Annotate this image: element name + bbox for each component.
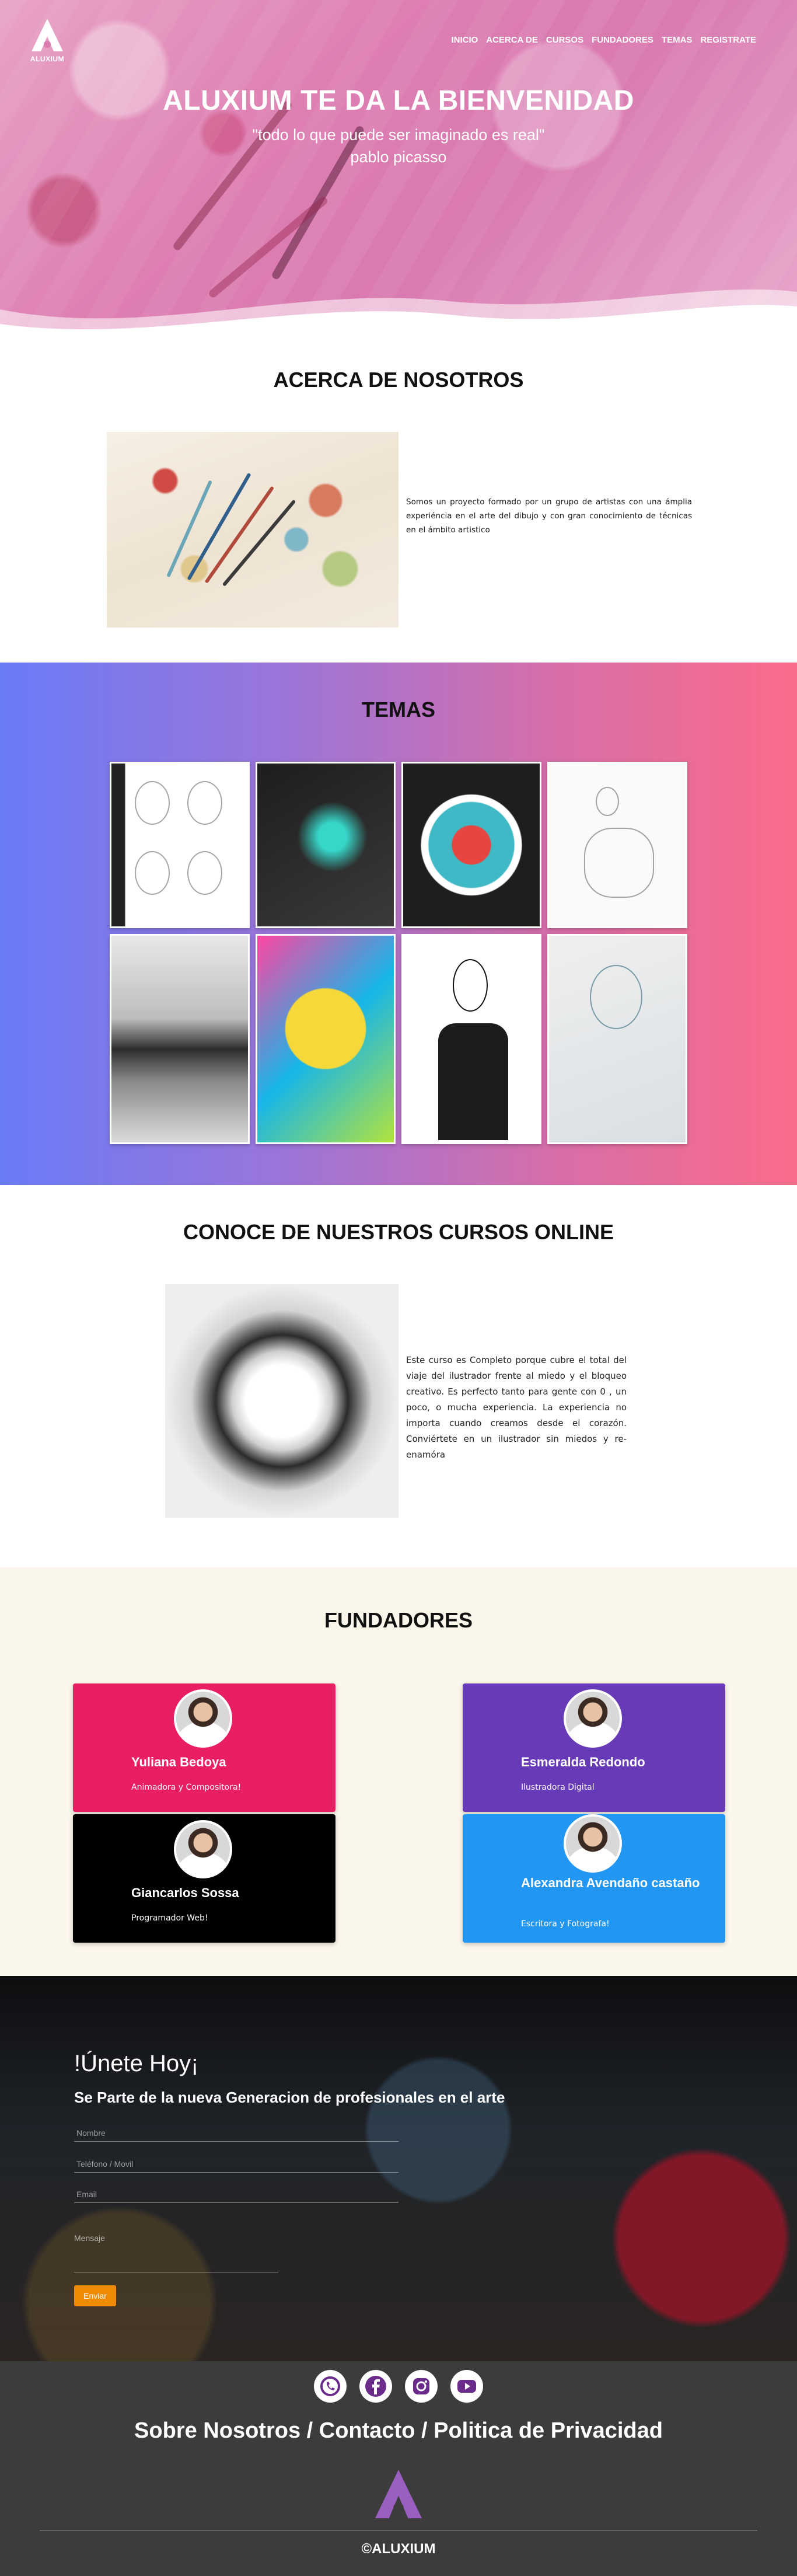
about-text: Somos un proyecto formado por un grupo d… xyxy=(406,497,692,535)
hero-quote: "todo lo que puede ser imaginado es real… xyxy=(0,124,797,168)
youtube-icon[interactable] xyxy=(450,2370,483,2403)
avatar xyxy=(174,1689,232,1748)
fundadores-title: FUNDADORES xyxy=(324,1608,473,1632)
signup-title: !Únete Hoy¡ xyxy=(74,2051,199,2076)
nav-cursos[interactable]: CURSOS xyxy=(546,35,583,45)
figure-sketch-image[interactable] xyxy=(547,762,687,928)
logo-icon xyxy=(32,19,63,51)
pencil-decoration xyxy=(166,480,212,578)
avatar xyxy=(564,1814,622,1873)
course-image xyxy=(165,1284,398,1518)
founder-name: Giancarlos Sossa xyxy=(131,1885,239,1900)
cursos-text: Este curso es Completo porque cubre el t… xyxy=(406,1355,627,1460)
about-image xyxy=(107,432,398,628)
founder-role: Escritora y Fotografa! xyxy=(521,1919,610,1929)
hero-wave xyxy=(0,289,797,350)
landscape-image[interactable] xyxy=(110,934,250,1144)
hero-title: ALUXIUM TE DA LA BIENVENIDAD xyxy=(163,85,634,116)
cursos-section: CONOCE DE NUESTROS CURSOS ONLINE Este cu… xyxy=(0,1185,797,1567)
founder-card[interactable]: Esmeralda Redondo Ilustradora Digital xyxy=(463,1683,725,1812)
signup-subtitle: Se Parte de la nueva Generacion de profe… xyxy=(74,2089,505,2106)
name-input[interactable] xyxy=(74,2125,398,2142)
nav-inicio[interactable]: INICIO xyxy=(451,35,478,45)
footer: Sobre Nosotros / Contacto / Politica de … xyxy=(0,2361,797,2576)
founder-role: Programador Web! xyxy=(131,1913,208,1923)
founder-name: Esmeralda Redondo xyxy=(521,1755,645,1769)
link-separator: / xyxy=(415,2418,434,2443)
quote-text: "todo lo que puede ser imaginado es real… xyxy=(252,126,545,144)
signup-section: !Únete Hoy¡ Se Parte de la nueva Generac… xyxy=(0,1976,797,2361)
founder-card[interactable]: Giancarlos Sossa Programador Web! xyxy=(73,1814,335,1943)
about-section: ACERCA DE NOSOTROS Somos un proyecto for… xyxy=(0,350,797,663)
link-contacto[interactable]: Contacto xyxy=(319,2418,415,2443)
about-title: ACERCA DE NOSOTROS xyxy=(273,368,524,392)
footer-logo-icon xyxy=(372,2468,425,2524)
fundadores-section: FUNDADORES Yuliana Bedoya Animadora y Co… xyxy=(0,1567,797,1976)
founder-card[interactable]: Alexandra Avendaño castaño Escritora y F… xyxy=(463,1814,725,1943)
nav-temas[interactable]: TEMAS xyxy=(662,35,693,45)
email-input[interactable] xyxy=(74,2186,398,2203)
quote-author: pablo picasso xyxy=(350,148,447,166)
message-input[interactable] xyxy=(74,2249,278,2272)
footer-links: Sobre Nosotros / Contacto / Politica de … xyxy=(0,2418,797,2443)
link-politica-privacidad[interactable]: Politica de Privacidad xyxy=(434,2418,663,2443)
watercolor-portrait-image[interactable] xyxy=(401,762,541,928)
founder-role: Ilustradora Digital xyxy=(521,1783,595,1792)
founder-name: Alexandra Avendaño castaño xyxy=(521,1876,700,1890)
founder-role: Animadora y Compositora! xyxy=(131,1783,242,1792)
avatar xyxy=(564,1689,622,1748)
main-nav: INICIO ACERCA DE CURSOS FUNDADORES TEMAS… xyxy=(451,35,756,45)
founder-name: Yuliana Bedoya xyxy=(131,1755,226,1769)
neon-portrait-image[interactable] xyxy=(256,762,396,928)
facebook-icon[interactable] xyxy=(359,2370,392,2403)
send-button[interactable]: Enviar xyxy=(74,2285,116,2306)
link-sobre-nosotros[interactable]: Sobre Nosotros xyxy=(134,2418,300,2443)
instagram-icon[interactable] xyxy=(405,2370,438,2403)
tattooed-woman-image[interactable] xyxy=(547,934,687,1144)
hero-banner: ALUXIUM INICIO ACERCA DE CURSOS FUNDADOR… xyxy=(0,0,797,350)
cursos-title: CONOCE DE NUESTROS CURSOS ONLINE xyxy=(183,1220,614,1244)
deer-skull-man-image[interactable] xyxy=(401,934,541,1144)
social-links xyxy=(0,2370,797,2403)
spongebob-image[interactable] xyxy=(256,934,396,1144)
logo-text: ALUXIUM xyxy=(30,55,65,63)
temas-gallery xyxy=(110,762,687,1144)
footer-divider xyxy=(40,2530,757,2531)
brush-decoration xyxy=(172,99,293,252)
avatar xyxy=(174,1820,232,1878)
founder-card[interactable]: Yuliana Bedoya Animadora y Compositora! xyxy=(73,1683,335,1812)
message-label: Mensaje xyxy=(74,2233,105,2243)
temas-title: TEMAS xyxy=(362,698,435,721)
site-logo[interactable]: ALUXIUM xyxy=(27,18,68,63)
temas-section: TEMAS xyxy=(0,663,797,1185)
nav-acerca-de[interactable]: ACERCA DE xyxy=(486,35,538,45)
link-separator: / xyxy=(300,2418,319,2443)
whatsapp-icon[interactable] xyxy=(314,2370,347,2403)
face-sketch-image[interactable] xyxy=(110,762,250,928)
phone-input[interactable] xyxy=(74,2156,398,2173)
nav-registrate[interactable]: REGISTRATE xyxy=(700,35,756,45)
copyright: ©ALUXIUM xyxy=(361,2541,436,2557)
nav-fundadores[interactable]: FUNDADORES xyxy=(592,35,653,45)
